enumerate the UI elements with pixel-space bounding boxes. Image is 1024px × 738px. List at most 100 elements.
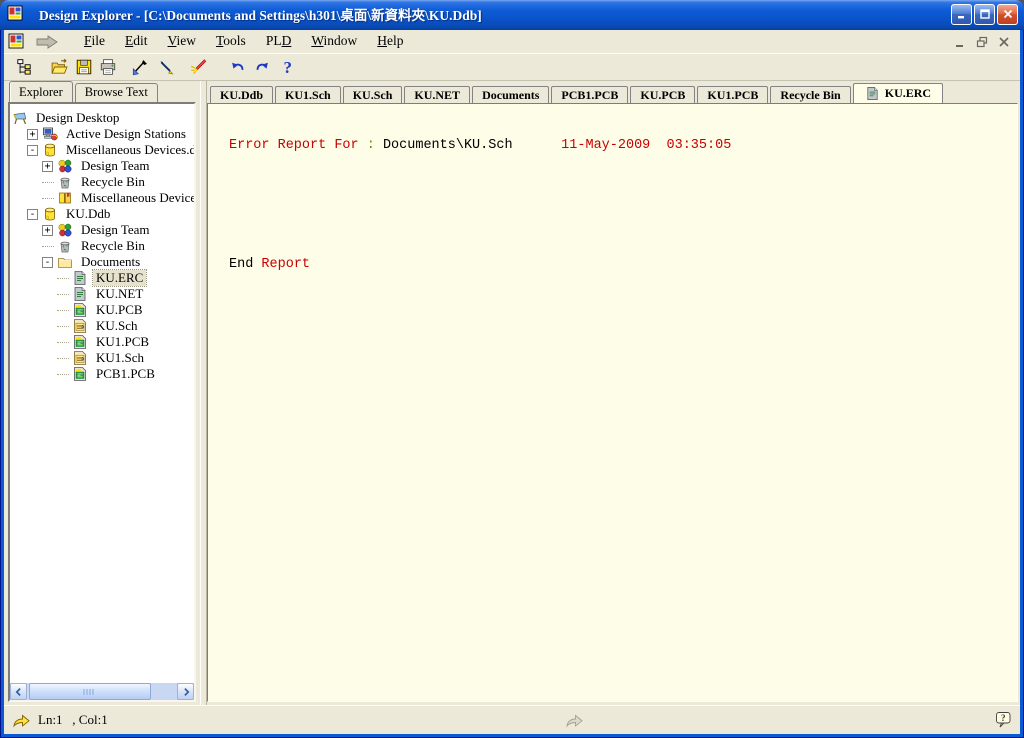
menu-edit[interactable]: Edit [115,31,158,52]
sch-doc-icon [72,350,89,366]
magic-wand-icon[interactable] [186,56,210,78]
mdi-close-button[interactable] [996,35,1012,49]
pcb-doc-icon [72,302,89,318]
doc-tab-ku-ddb[interactable]: KU.Ddb [210,86,273,103]
tree-item-label: KU.Ddb [63,206,113,222]
library-icon [57,190,74,206]
explorer-toggle-icon[interactable] [12,56,36,78]
tree-item-design-desktop[interactable]: Design Desktop [10,110,194,126]
tree-item-label: KU.Sch [93,318,141,334]
tree-connector [57,310,69,311]
horizontal-scrollbar[interactable] [10,683,194,700]
tree-item-label: Recycle Bin [78,238,148,254]
report-line-1: Error Report For : Documents\KU.Sch 11-M… [229,139,1017,152]
tree-item-miscellaneous-devices-ddb[interactable]: - Miscellaneous Devices.ddb [10,142,194,158]
collapse-icon[interactable]: - [27,145,38,156]
doc-tab-ku-net[interactable]: KU.NET [404,86,470,103]
workstation-icon [42,126,59,142]
doc-tab-recycle-bin[interactable]: Recycle Bin [770,86,850,103]
tree-item-active-design-stations[interactable]: +Active Design Stations [10,126,194,142]
doc-tab-pcb1-pcb[interactable]: PCB1.PCB [551,86,628,103]
app-icon [7,5,25,23]
print-icon[interactable] [96,56,120,78]
tree-connector [42,198,54,199]
tree-connector [57,278,69,279]
tree-item-label: Miscellaneous Devices.ddb [63,142,194,158]
scroll-right-icon[interactable] [177,683,194,700]
window-title: Design Explorer - [C:\Documents and Sett… [39,4,951,24]
collapse-icon[interactable]: - [42,257,53,268]
tree-item-label: PCB1.PCB [93,366,158,382]
scrollbar-thumb[interactable] [29,683,151,700]
undo-icon[interactable] [226,56,250,78]
menu-pld[interactable]: PLD [256,31,302,52]
explorer-panel: Explorer Browse Text Design Desktop+Acti… [4,81,200,705]
menu-view[interactable]: View [158,31,206,52]
tree-item-ku-sch[interactable]: KU.Sch [10,318,194,334]
tree-item-recycle-bin[interactable]: Recycle Bin [10,238,194,254]
tree-item-design-team[interactable]: +Design Team [10,158,194,174]
tree-item-pcb1-pcb[interactable]: PCB1.PCB [10,366,194,382]
expand-icon[interactable]: + [42,161,53,172]
save-icon[interactable] [72,56,96,78]
doc-tab-ku1-pcb[interactable]: KU1.PCB [697,86,768,103]
tree-item-ku-ddb[interactable]: - KU.Ddb [10,206,194,222]
tree-item-ku1-pcb[interactable]: KU1.PCB [10,334,194,350]
report-doc-icon [72,286,89,302]
expand-icon[interactable]: + [42,225,53,236]
menu-file[interactable]: File [74,31,115,52]
mdi-restore-button[interactable] [974,35,990,49]
tree-connector [57,374,69,375]
open-document-icon[interactable] [48,56,72,78]
tree-item-ku-erc[interactable]: KU.ERC [10,270,194,286]
tree-item-ku1-sch[interactable]: KU1.Sch [10,350,194,366]
sch-doc-icon [72,318,89,334]
collapse-icon[interactable]: - [27,209,38,220]
expand-icon[interactable]: + [27,129,38,140]
tree-item-label: KU.PCB [93,302,146,318]
doc-tab-label: KU1.Sch [285,88,331,102]
tree-item-label: Documents [78,254,143,270]
tree-item-ku-pcb[interactable]: KU.PCB [10,302,194,318]
tab-browse-text[interactable]: Browse Text [75,83,158,102]
tree-item-label: KU.NET [93,286,146,302]
maximize-button[interactable] [974,4,995,25]
doc-tab-label: Documents [482,88,539,102]
document-panel: KU.Ddb KU1.Sch KU.SchKU.NET Documents PCB1.P… [207,81,1020,705]
doc-tab-ku-pcb[interactable]: KU.PCB [630,86,695,103]
tree-item-ku-net[interactable]: KU.NET [10,286,194,302]
titlebar: Design Explorer - [C:\Documents and Sett… [0,0,1024,30]
explorer-menu-arrow-icon[interactable] [34,34,64,50]
tree-item-label: Design Team [78,222,153,238]
minimize-button[interactable] [951,4,972,25]
doc-tab-ku-erc[interactable]: KU.ERC [853,83,943,103]
close-button[interactable] [997,4,1018,25]
tree-connector [57,342,69,343]
tree-item-documents[interactable]: - Documents [10,254,194,270]
help-icon[interactable]: ? [276,56,300,78]
panel-splitter[interactable] [200,81,207,705]
redo-icon[interactable] [250,56,274,78]
report-content[interactable]: Error Report For : Documents\KU.Sch 11-M… [207,103,1018,702]
tree-item-miscellaneous-devices-lib[interactable]: Miscellaneous Devices.lib [10,190,194,206]
folder-icon [57,254,74,270]
document-tree[interactable]: Design Desktop+Active Design Stations - Mi… [10,104,194,683]
document-system-icon[interactable] [8,33,26,51]
doc-tab-ku-sch[interactable]: KU.Sch [343,86,403,103]
doc-tab-ku1-sch[interactable]: KU1.Sch [275,86,341,103]
doc-tab-label: KU.PCB [640,88,685,102]
cut-tool-icon[interactable] [128,56,152,78]
help-balloon-icon[interactable]: ? [995,711,1012,729]
menu-window[interactable]: Window [301,31,367,52]
tree-item-recycle-bin[interactable]: Recycle Bin [10,174,194,190]
doc-tab-documents[interactable]: Documents [472,86,549,103]
mdi-minimize-button[interactable] [952,35,968,49]
tree-item-design-team[interactable]: + Design Team [10,222,194,238]
pen-tool-icon[interactable] [154,56,178,78]
database-icon [42,142,59,158]
team-icon [57,158,74,174]
menu-help[interactable]: Help [367,31,413,52]
scroll-left-icon[interactable] [10,683,27,700]
menu-tools[interactable]: Tools [206,31,256,52]
tab-explorer[interactable]: Explorer [9,81,73,102]
